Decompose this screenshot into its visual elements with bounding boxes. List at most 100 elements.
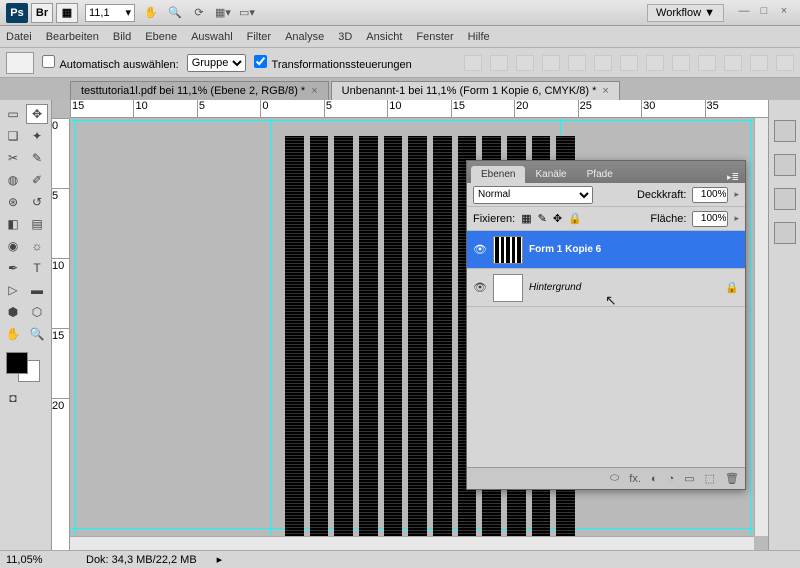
opacity-input[interactable] [692, 187, 728, 203]
layer-name[interactable]: Form 1 Kopie 6 [529, 244, 601, 255]
tab-kanaele[interactable]: Kanäle [525, 166, 576, 183]
blend-mode-select[interactable]: Normal [473, 186, 593, 204]
ruler-vertical[interactable]: 05101520 [52, 118, 70, 550]
workspace-selector[interactable]: Workflow ▼ [647, 4, 724, 22]
fill-arrow-icon[interactable]: ▸ [734, 213, 739, 224]
bridge-button[interactable]: Br [31, 3, 53, 23]
stamp-tool[interactable]: ⊛ [2, 192, 24, 212]
3d-camera-tool[interactable]: ⬡ [26, 302, 48, 322]
healing-tool[interactable]: ◍ [2, 170, 24, 190]
guide[interactable] [75, 118, 76, 536]
fx-icon[interactable]: fx. [629, 473, 641, 485]
menu-fenster[interactable]: Fenster [416, 31, 453, 43]
close-tab-icon[interactable]: × [311, 85, 317, 97]
auto-select-checkbox[interactable]: Automatisch auswählen: [42, 55, 179, 71]
auto-select-dropdown[interactable]: Gruppe [187, 54, 246, 72]
minibridge-button[interactable]: ▦ [56, 3, 78, 23]
menu-analyse[interactable]: Analyse [285, 31, 324, 43]
swatches-panel-icon[interactable] [774, 120, 796, 142]
rotate-icon[interactable]: ⟳ [190, 4, 208, 22]
menu-ebene[interactable]: Ebene [145, 31, 177, 43]
move-tool-icon[interactable] [6, 52, 34, 74]
3d-tool[interactable]: ⬢ [2, 302, 24, 322]
layer-thumbnail[interactable] [493, 236, 523, 264]
lock-pixel-icon[interactable]: ✎ [538, 212, 547, 225]
link-layers-icon[interactable]: ⬭ [610, 472, 619, 485]
opacity-arrow-icon[interactable]: ▸ [734, 189, 739, 200]
fill-input[interactable] [692, 211, 728, 227]
arrange-icon[interactable]: ▦▾ [214, 4, 232, 22]
lock-position-icon[interactable]: ✥ [553, 212, 562, 225]
menu-datei[interactable]: Datei [6, 31, 32, 43]
camera-panel-icon[interactable] [774, 222, 796, 244]
blur-tool[interactable]: ◉ [2, 236, 24, 256]
adjustments-panel-icon[interactable] [774, 188, 796, 210]
layer-thumbnail[interactable] [493, 274, 523, 302]
type-tool[interactable]: T [26, 258, 48, 278]
lasso-tool[interactable]: ❑ [2, 126, 24, 146]
panel-menu-icon[interactable]: ▸≣ [721, 172, 745, 183]
menu-bild[interactable]: Bild [113, 31, 131, 43]
lock-transparency-icon[interactable]: ▦ [521, 212, 531, 225]
new-layer-icon[interactable]: ⬚ [705, 472, 715, 485]
scrollbar-vertical[interactable] [754, 118, 768, 536]
minimize-button[interactable]: — [736, 5, 752, 21]
foreground-color[interactable] [6, 352, 28, 374]
history-brush-tool[interactable]: ↺ [26, 192, 48, 212]
menu-3d[interactable]: 3D [338, 31, 352, 43]
status-zoom[interactable]: 11,05% [6, 554, 66, 566]
styles-panel-icon[interactable] [774, 154, 796, 176]
eyedropper-tool[interactable]: ✎ [26, 148, 48, 168]
transform-checkbox[interactable]: Transformationssteuerungen [254, 55, 412, 71]
scrollbar-horizontal[interactable] [70, 536, 754, 550]
tab-pfade[interactable]: Pfade [577, 166, 623, 183]
gradient-tool[interactable]: ▤ [26, 214, 48, 234]
group-icon[interactable]: ▭ [684, 472, 694, 485]
crop-tool[interactable]: ✂ [2, 148, 24, 168]
guide[interactable] [70, 120, 754, 121]
visibility-icon[interactable]: 👁 [473, 281, 487, 294]
menu-bearbeiten[interactable]: Bearbeiten [46, 31, 99, 43]
document-tab[interactable]: Unbenannt-1 bei 11,1% (Form 1 Kopie 6, C… [331, 81, 620, 100]
shape-tool[interactable]: ▬ [26, 280, 48, 300]
lock-all-icon[interactable]: 🔒 [568, 212, 582, 225]
guide[interactable] [750, 118, 751, 536]
wand-tool[interactable]: ✦ [26, 126, 48, 146]
tab-ebenen[interactable]: Ebenen [471, 166, 525, 183]
menu-ansicht[interactable]: Ansicht [366, 31, 402, 43]
layers-panel[interactable]: Ebenen Kanäle Pfade ▸≣ Normal Deckkraft:… [466, 160, 746, 490]
menu-auswahl[interactable]: Auswahl [191, 31, 233, 43]
layer-name[interactable]: Hintergrund [529, 282, 581, 293]
photoshop-logo[interactable]: Ps [6, 3, 28, 23]
eraser-tool[interactable]: ◧ [2, 214, 24, 234]
guide[interactable] [270, 118, 271, 536]
close-button[interactable]: × [776, 5, 792, 21]
layer-row[interactable]: 👁 Hintergrund 🔒 [467, 269, 745, 307]
zoom-icon[interactable]: 🔍 [166, 4, 184, 22]
zoom-input[interactable]: 11,1▾ [85, 4, 135, 22]
layer-row[interactable]: 👁 Form 1 Kopie 6 [467, 231, 745, 269]
menu-hilfe[interactable]: Hilfe [468, 31, 490, 43]
visibility-icon[interactable]: 👁 [473, 243, 487, 256]
dodge-tool[interactable]: ☼ [26, 236, 48, 256]
ruler-horizontal[interactable]: 1510505101520253035 [70, 100, 768, 118]
hand-icon[interactable]: ✋ [142, 4, 160, 22]
brush-tool[interactable]: ✐ [26, 170, 48, 190]
status-docsize[interactable]: Dok: 34,3 MB/22,2 MB [86, 554, 197, 566]
color-swatches[interactable] [2, 352, 48, 382]
hand-tool[interactable]: ✋ [2, 324, 24, 344]
maximize-button[interactable]: □ [756, 5, 772, 21]
mask-icon[interactable]: ◐ [651, 473, 658, 485]
move-tool[interactable]: ✥ [26, 104, 48, 124]
pen-tool[interactable]: ✒ [2, 258, 24, 278]
zoom-tool[interactable]: 🔍 [26, 324, 48, 344]
marquee-tool[interactable]: ▭ [2, 104, 24, 124]
menu-filter[interactable]: Filter [247, 31, 271, 43]
adjustment-icon[interactable]: ◔ [668, 473, 675, 485]
trash-icon[interactable]: 🗑 [725, 472, 739, 485]
screenmode-icon[interactable]: ▭▾ [238, 4, 256, 22]
quickmask-tool[interactable]: ◘ [2, 388, 24, 408]
status-arrow-icon[interactable]: ▸ [217, 553, 223, 566]
document-tab[interactable]: testtutoria1l.pdf bei 11,1% (Ebene 2, RG… [70, 81, 329, 100]
close-tab-icon[interactable]: × [602, 85, 608, 97]
